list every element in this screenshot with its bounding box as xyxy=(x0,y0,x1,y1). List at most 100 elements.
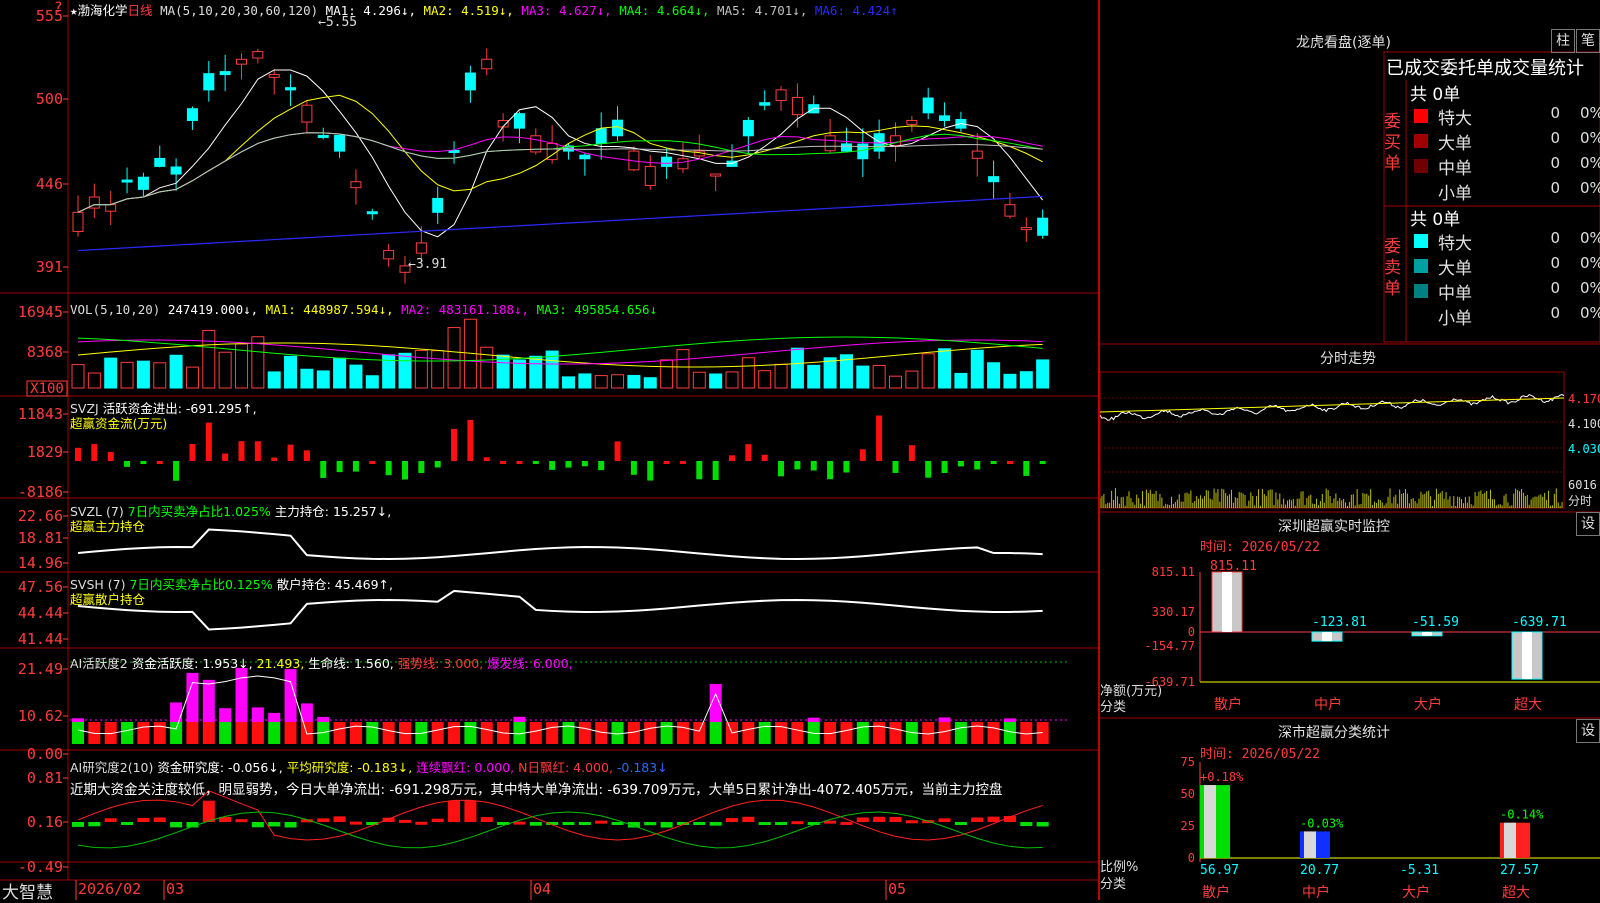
candle xyxy=(366,211,378,215)
sz-class-settings-button[interactable]: 设 xyxy=(1576,719,1600,743)
month-label-1: 03 xyxy=(166,880,185,898)
fund-flow-bar xyxy=(974,461,981,470)
volume-bar xyxy=(562,376,575,389)
volume-bar xyxy=(480,346,494,389)
volume-bar xyxy=(1019,371,1033,389)
activity-bar xyxy=(186,722,199,744)
activity-bar xyxy=(529,722,542,744)
research-bar xyxy=(578,822,591,825)
monitor-cat-1: 中户 xyxy=(1314,696,1342,713)
minute-price-high: 4.170 xyxy=(1568,392,1600,406)
activity-bar xyxy=(219,722,232,744)
fund-flow-bar xyxy=(402,461,408,480)
sz-monitor-unit2: 分类 xyxy=(1100,700,1127,715)
fund-flow-bar xyxy=(254,441,261,461)
research-bar xyxy=(971,817,984,822)
class-bar-highlight xyxy=(1204,785,1216,858)
sz-class-title: 深市超赢分类统计 xyxy=(1278,725,1390,741)
volume-bar xyxy=(398,352,412,389)
main-ylabel: 391 xyxy=(36,258,63,276)
tick-view-button[interactable]: 笔 xyxy=(1576,29,1600,53)
research-bar xyxy=(235,819,248,823)
research-bar xyxy=(1036,822,1049,827)
fund-flow-bar xyxy=(941,461,948,474)
volume-bar xyxy=(120,361,134,389)
research-bar xyxy=(987,816,1000,822)
research-bar xyxy=(954,822,967,825)
activity-bar xyxy=(840,722,853,744)
ma6-line xyxy=(77,195,1043,252)
activity-bar xyxy=(889,722,902,744)
class-cat-1: 中户 xyxy=(1302,884,1330,900)
order-type-label: 特大 xyxy=(1438,234,1472,254)
low-price-label: ←3.91 xyxy=(408,257,447,272)
vol-value: 247419.000↓, xyxy=(167,302,259,317)
order-count: 0 xyxy=(1550,179,1560,197)
monitor-bar-label-0: 815.11 xyxy=(1210,559,1257,574)
order-type-label: 中单 xyxy=(1438,159,1472,179)
month-label-3: 05 xyxy=(888,880,907,898)
order-count: 0 xyxy=(1550,154,1560,172)
research-bar xyxy=(938,818,951,822)
volume-bar xyxy=(185,366,199,389)
ai-active-ylabel: 0.00 xyxy=(27,745,63,763)
chart-area[interactable]: 555 500 446 391 16945 8368 11843 1829 -8186 22.66… xyxy=(0,0,1100,903)
legend-swatch xyxy=(1414,159,1428,173)
candle xyxy=(203,73,215,91)
monitor-bar-highlight xyxy=(1322,632,1332,642)
legend-swatch xyxy=(1414,109,1428,123)
research-bar xyxy=(775,822,788,825)
order-pct: 0% xyxy=(1580,104,1600,122)
research-bar xyxy=(873,816,886,822)
dragon-tiger-title: 龙虎看盘(逐单) xyxy=(1296,35,1391,51)
candle xyxy=(939,115,951,121)
sellRows-row-1: 大单 0 0% xyxy=(1410,254,1600,279)
fund-flow-bar xyxy=(598,461,605,471)
volume-bar xyxy=(938,348,952,389)
class-cat-3: 超大 xyxy=(1502,885,1530,900)
research-bar xyxy=(529,822,542,826)
ma-value-2: MA2: 4.519↓, xyxy=(415,3,514,18)
volume-bar xyxy=(987,362,1001,389)
order-type-label: 小单 xyxy=(1438,309,1472,329)
brand-label: 大智慧 xyxy=(2,883,53,903)
research-bar xyxy=(709,822,722,826)
candle xyxy=(710,173,722,177)
favorite-star-icon[interactable]: ★ xyxy=(70,3,78,18)
activity-bar xyxy=(578,722,591,744)
ma-value-6: MA6: 4.424↑ xyxy=(807,3,898,18)
activity-bar xyxy=(644,722,657,744)
research-bar xyxy=(905,820,918,824)
fund-flow-bar xyxy=(189,444,196,461)
volume-bar xyxy=(856,365,870,389)
period-label[interactable]: 日线 xyxy=(128,3,153,18)
fund-flow-bar xyxy=(156,461,163,464)
fund-flow-bar xyxy=(173,461,180,481)
activity-bar xyxy=(366,722,379,744)
activity-bar xyxy=(856,722,869,744)
sz-monitor-settings-button[interactable]: 设 xyxy=(1576,512,1600,536)
candle xyxy=(971,150,983,159)
fund-flow-bar xyxy=(434,461,441,468)
column-view-button[interactable]: 柱 xyxy=(1551,29,1575,53)
research-bar xyxy=(660,822,673,828)
candle xyxy=(791,97,803,116)
volume-bar xyxy=(823,357,837,389)
order-count: 0 xyxy=(1550,279,1560,297)
class-bar-change-0: +0.18% xyxy=(1200,770,1244,784)
svsh-ylabel: 44.44 xyxy=(18,604,63,622)
stock-name: 渤海化学 xyxy=(77,3,128,18)
candle xyxy=(137,176,149,190)
order-type-label: 特大 xyxy=(1438,109,1472,129)
fund-flow-bar xyxy=(679,461,686,464)
activity-bar xyxy=(676,722,689,744)
research-bar xyxy=(104,818,117,822)
fund-flow-bar xyxy=(532,461,539,464)
retail-holding-line xyxy=(77,589,1043,631)
fund-flow-bar xyxy=(614,441,621,461)
help-icon[interactable]: ? xyxy=(54,0,62,16)
main-header: ★渤海化学日线 MA(5,10,20,30,60,120) MA1: 4.296… xyxy=(70,0,898,19)
fund-flow-bar xyxy=(565,461,572,468)
volume-bar xyxy=(709,373,723,389)
fund-flow-bar xyxy=(630,461,637,475)
